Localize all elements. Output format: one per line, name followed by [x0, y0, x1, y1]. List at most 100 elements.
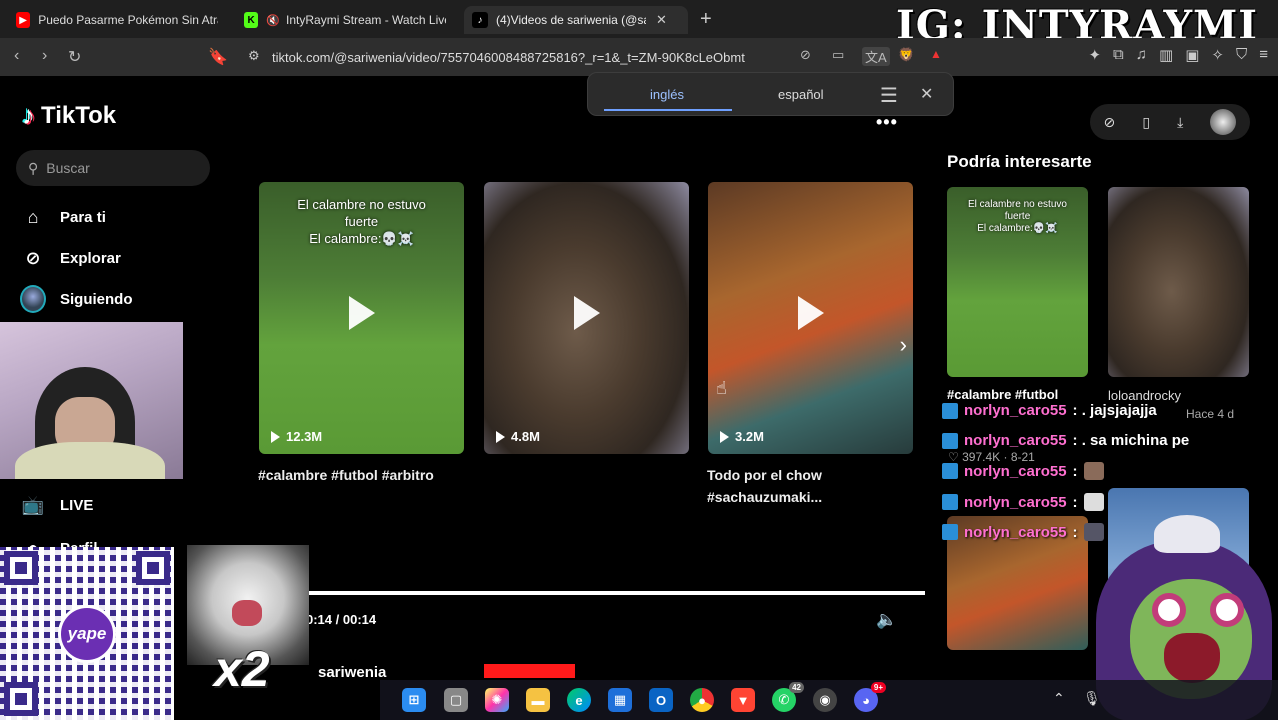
- nav-label: LIVE: [60, 496, 94, 514]
- nav-live[interactable]: 📺 LIVE: [20, 492, 94, 518]
- chevron-up-icon[interactable]: ⌃: [1053, 690, 1065, 707]
- chat-text: : . jajsjajajja: [1072, 402, 1157, 419]
- close-icon[interactable]: ✕: [920, 84, 933, 104]
- kick-badge-icon: [942, 463, 958, 479]
- reload-icon[interactable]: ↻: [68, 47, 81, 67]
- yape-qr-code: yape: [0, 547, 174, 720]
- video-title[interactable]: #calambre #futbol #arbitro: [258, 464, 434, 486]
- creator-name[interactable]: sariwenia: [318, 664, 386, 681]
- tab-youtube[interactable]: ▶ Puedo Pasarme Pokémon Sin Atrapar: [8, 6, 226, 34]
- volume-icon[interactable]: 🔈: [876, 610, 897, 630]
- multiplier-label: x2: [214, 641, 270, 697]
- user-avatar[interactable]: [1210, 109, 1237, 135]
- following-avatar: [20, 285, 46, 313]
- search-icon: ⚲: [28, 159, 39, 176]
- mascot-eye: [1152, 593, 1186, 627]
- video-progress-bar[interactable]: [306, 591, 925, 595]
- play-icon[interactable]: [573, 295, 600, 330]
- chrome-icon[interactable]: ●: [690, 688, 714, 712]
- view-count-text: 4.8M: [511, 429, 540, 444]
- view-count: 3.2M: [720, 429, 764, 444]
- video-card[interactable]: El calambre no estuvo fuerte El calambre…: [259, 182, 464, 454]
- video-caption: El calambre no estuvo fuerte El calambre…: [947, 199, 1088, 235]
- microphone-icon[interactable]: 🎙: [1083, 690, 1101, 707]
- chevron-right-icon[interactable]: ›: [900, 332, 907, 358]
- brave-icon[interactable]: ▼: [731, 688, 755, 712]
- tab-title: IntyRaymi Stream - Watch Live or: [286, 13, 446, 27]
- screenshot-icon[interactable]: ⧉: [1113, 46, 1124, 64]
- vpn-icon[interactable]: ⛉: [1236, 46, 1247, 64]
- browser-toolbar-right: ✦ ⧉ ♫ ▥ ▣ ✧ ⛉ ≡: [1088, 46, 1268, 64]
- close-tab-icon[interactable]: ✕: [656, 12, 667, 28]
- tiktok-logo[interactable]: ♪ TikTok: [22, 100, 116, 131]
- cast-off-icon[interactable]: ⊘: [800, 47, 811, 63]
- windows-start-icon[interactable]: ⊞: [402, 688, 426, 712]
- mobile-icon[interactable]: ▯: [1142, 114, 1150, 131]
- search-input[interactable]: [46, 160, 197, 176]
- outlook-icon[interactable]: O: [649, 688, 673, 712]
- suggested-video[interactable]: El calambre no estuvo fuerte El calambre…: [947, 187, 1088, 377]
- discord-icon[interactable]: ◕ 9+: [854, 682, 886, 712]
- live-tv-icon: 📺: [21, 494, 45, 515]
- play-icon[interactable]: [797, 295, 824, 330]
- cat-mouth: [232, 600, 262, 626]
- lang-from-tab[interactable]: inglés: [650, 87, 684, 102]
- wallet-icon[interactable]: ▣: [1185, 46, 1199, 64]
- follow-button[interactable]: [484, 664, 575, 678]
- tab-tiktok[interactable]: ♪ (4)Videos de sariwenia (@sariwe ✕: [464, 6, 688, 34]
- extensions-icon[interactable]: ✦: [1088, 46, 1101, 64]
- translate-icon[interactable]: 文A: [862, 47, 890, 66]
- picture-in-picture-icon[interactable]: ▭: [832, 47, 844, 63]
- lang-to-tab[interactable]: español: [778, 87, 824, 102]
- task-view-icon[interactable]: ▢: [444, 688, 468, 712]
- menu-icon[interactable]: ≡: [1259, 46, 1268, 64]
- tab-kick[interactable]: K 🔇 IntyRaymi Stream - Watch Live or: [236, 6, 454, 34]
- tab-title: (4)Videos de sariwenia (@sariwe: [496, 13, 646, 27]
- hamburger-menu-icon[interactable]: ☰: [880, 83, 898, 108]
- suggested-author[interactable]: loloandrocky: [1108, 388, 1181, 403]
- chat-text: :: [1072, 493, 1078, 511]
- whatsapp-icon[interactable]: ✆ 42: [772, 682, 804, 712]
- suggested-video[interactable]: [1108, 187, 1249, 377]
- obs-icon[interactable]: ◉: [813, 688, 837, 712]
- home-icon: ⌂: [27, 206, 39, 227]
- chat-text: :: [1072, 462, 1078, 480]
- back-icon[interactable]: ‹: [14, 47, 19, 65]
- search-box[interactable]: ⚲: [16, 150, 210, 186]
- hand-cursor-icon: ☝: [716, 378, 727, 398]
- nav-following[interactable]: Siguiendo: [20, 285, 133, 313]
- play-icon[interactable]: [348, 295, 375, 330]
- play-count-icon: [496, 430, 505, 443]
- kick-badge-icon: [942, 402, 958, 419]
- title-line: #sachauzumaki...: [707, 489, 823, 505]
- tiktok-note-icon: ♪: [22, 100, 35, 130]
- video-card[interactable]: 4.8M: [484, 182, 689, 454]
- chat-message: norlyn_caro55 :: [942, 523, 1104, 541]
- compass-small-icon[interactable]: ⊘: [1104, 114, 1116, 131]
- leo-ai-icon[interactable]: ✧: [1211, 46, 1224, 64]
- site-settings-icon[interactable]: ⚙: [248, 48, 260, 64]
- copilot-icon[interactable]: ✺: [485, 688, 509, 712]
- nav-for-you[interactable]: ⌂ Para ti: [20, 204, 106, 230]
- suggested-title[interactable]: #calambre #futbol: [947, 387, 1058, 402]
- nav-explore[interactable]: ⊘ Explorar: [20, 245, 120, 271]
- store-icon[interactable]: ▦: [608, 688, 632, 712]
- windows-taskbar: ⊞ ▢ ✺ ▬ e ▦ O ● ▼ ✆ 42 ◉ ◕ 9+ ⌃ 🎙: [380, 680, 1278, 720]
- brave-shields-icon[interactable]: 🦁: [898, 47, 914, 63]
- sidebar-icon[interactable]: ▥: [1159, 46, 1173, 64]
- chat-username: norlyn_caro55: [964, 432, 1067, 449]
- media-icon[interactable]: ♫: [1136, 46, 1147, 64]
- browser-tab-bar: ▶ Puedo Pasarme Pokémon Sin Atrapar K 🔇 …: [0, 0, 1278, 49]
- new-tab-button[interactable]: +: [700, 8, 712, 31]
- kick-badge-icon: [942, 524, 958, 540]
- edge-icon[interactable]: e: [567, 688, 591, 712]
- download-icon[interactable]: ⤓: [1177, 114, 1183, 131]
- file-explorer-icon[interactable]: ▬: [526, 688, 550, 712]
- view-count-text: 12.3M: [286, 429, 323, 444]
- bookmark-icon[interactable]: 🔖: [208, 47, 228, 67]
- video-title[interactable]: Todo por el chow #sachauzumaki...: [707, 464, 822, 508]
- video-card[interactable]: › 3.2M: [708, 182, 913, 454]
- brave-rewards-icon[interactable]: ▲: [930, 47, 942, 61]
- muted-icon[interactable]: 🔇: [266, 14, 280, 27]
- forward-icon[interactable]: ›: [42, 47, 47, 65]
